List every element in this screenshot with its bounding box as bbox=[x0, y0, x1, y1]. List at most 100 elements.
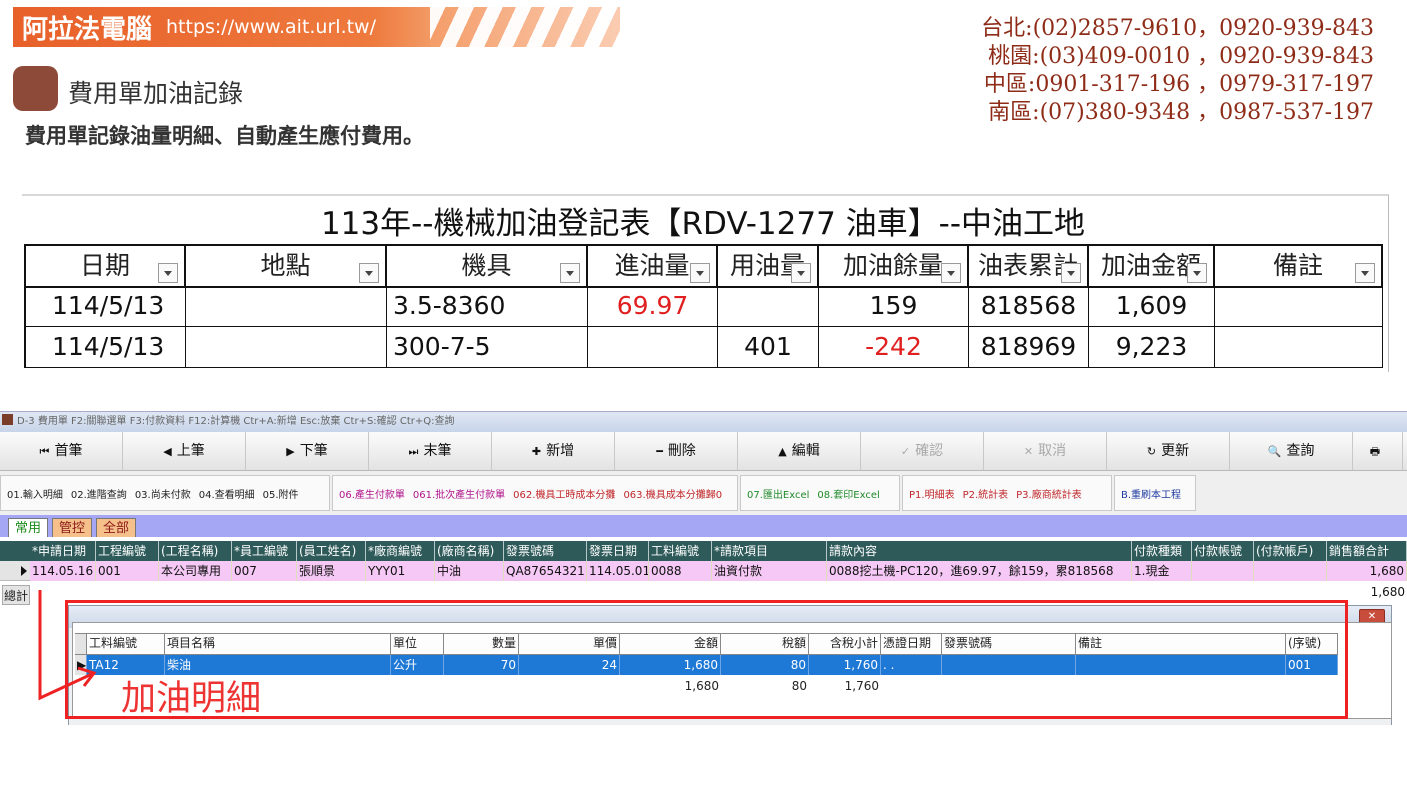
grid-cell[interactable] bbox=[1254, 561, 1327, 581]
excel-header-machine: 機具 bbox=[387, 246, 588, 286]
grid-cell[interactable]: 本公司專用 bbox=[159, 561, 232, 581]
brand-url[interactable]: https://www.ait.url.tw/ bbox=[166, 16, 376, 38]
confirm-button[interactable]: ✓ 確認 bbox=[861, 432, 984, 470]
func-vendor-stats[interactable]: P3.廠商統計表 bbox=[1016, 486, 1082, 501]
func-detail-report[interactable]: P1.明細表 bbox=[909, 486, 955, 501]
filter-dropdown-icon[interactable] bbox=[1061, 263, 1081, 283]
next-record-button[interactable]: ▶ 下筆 bbox=[246, 432, 369, 470]
filter-dropdown-icon[interactable] bbox=[1187, 263, 1207, 283]
erp-toolbar: ⏮ 首筆 ◀ 上筆 ▶ 下筆 ⏭ 末筆 ✚ 新增 ━ 刪除 ▲ 編輯 ✓ 確認 ✕ 取消 ↻ 更新 … bbox=[0, 432, 1407, 471]
prev-record-button[interactable]: ◀ 上筆 bbox=[123, 432, 246, 470]
annotation-arrow-icon bbox=[38, 590, 97, 701]
grid-header[interactable]: *廠商編號 bbox=[366, 541, 435, 561]
plus-icon: ✚ bbox=[531, 445, 542, 458]
filter-dropdown-icon[interactable] bbox=[690, 263, 710, 283]
grid-header[interactable]: *請款項目 bbox=[712, 541, 827, 561]
grid-cell[interactable]: 001 bbox=[96, 561, 159, 581]
tab-common[interactable]: 常用 bbox=[8, 518, 49, 537]
query-button[interactable]: 🔍 查詢 bbox=[1230, 432, 1353, 470]
func-view-detail[interactable]: 04.查看明細 bbox=[199, 486, 255, 501]
grid-header[interactable]: 工料編號 bbox=[649, 541, 712, 561]
filter-dropdown-icon[interactable] bbox=[791, 263, 811, 283]
last-record-button[interactable]: ⏭ 末筆 bbox=[369, 432, 492, 470]
excel-cell: 1,609 bbox=[1089, 286, 1215, 326]
func-unpaid[interactable]: 03.尚未付款 bbox=[135, 486, 191, 501]
func-input-detail[interactable]: 01.輸入明細 bbox=[7, 486, 63, 501]
filter-dropdown-icon[interactable] bbox=[560, 263, 580, 283]
grand-total-label: 總計 bbox=[2, 585, 30, 605]
filter-dropdown-icon[interactable] bbox=[1355, 263, 1375, 283]
func-print-excel[interactable]: 08.套印Excel bbox=[817, 486, 879, 501]
grid-cell[interactable]: 114.05.01 bbox=[587, 561, 649, 581]
delete-button[interactable]: ━ 刪除 bbox=[615, 432, 738, 470]
grid-cell[interactable] bbox=[1192, 561, 1254, 581]
grid-header[interactable]: 銷售額合計 bbox=[1327, 541, 1407, 561]
func-export-excel[interactable]: 07.匯出Excel bbox=[747, 486, 809, 501]
tab-control[interactable]: 管控 bbox=[52, 518, 93, 537]
first-record-button[interactable]: ⏮ 首筆 bbox=[0, 432, 123, 470]
cancel-button[interactable]: ✕ 取消 bbox=[984, 432, 1107, 470]
excel-header-row: 日期 地點 機具 進油量 用油量 加油餘量 油表累計 加油金額 備註 bbox=[24, 244, 1383, 288]
filter-dropdown-icon[interactable] bbox=[359, 263, 379, 283]
erp-tab-bar: 常用 管控 全部 bbox=[0, 515, 1407, 537]
func-refresh-project[interactable]: B.重刷本工程 bbox=[1121, 486, 1181, 501]
grid-cell[interactable]: YYY01 bbox=[366, 561, 435, 581]
grid-cell[interactable]: 007 bbox=[232, 561, 297, 581]
grid-header[interactable]: 付款種類 bbox=[1132, 541, 1192, 561]
add-button[interactable]: ✚ 新增 bbox=[492, 432, 615, 470]
table-row[interactable]: 114.05.16 001 本公司專用 007 張順景 YYY01 中油 QA8… bbox=[30, 561, 1407, 581]
grid-header[interactable]: (工程名稱) bbox=[159, 541, 232, 561]
excel-cell bbox=[588, 327, 718, 367]
grid-cell[interactable]: 中油 bbox=[435, 561, 504, 581]
func-machine-cost-reset[interactable]: 063.機具成本分攤歸0 bbox=[623, 486, 722, 501]
grid-header[interactable]: 付款帳號 bbox=[1192, 541, 1254, 561]
section-title: 費用單加油記錄 bbox=[68, 79, 244, 108]
contact-taoyuan: 桃園:(03)409-0010 ，0920-939-843 bbox=[988, 44, 1374, 69]
triangle-right-icon: ▶ bbox=[286, 445, 295, 458]
grid-cell[interactable]: 0088挖土機-PC120，進69.97，餘159，累818568 bbox=[827, 561, 1132, 581]
grid-header[interactable]: *申請日期 bbox=[30, 541, 96, 561]
grid-header[interactable]: 發票日期 bbox=[587, 541, 649, 561]
excel-row: 114/5/13 300-7-5 401 -242 818969 9,223 bbox=[24, 327, 1383, 368]
grid-header[interactable]: 工程編號 bbox=[96, 541, 159, 561]
func-machine-hour-cost[interactable]: 062.機具工時成本分攤 bbox=[513, 486, 615, 501]
grid-header[interactable]: (員工姓名) bbox=[297, 541, 366, 561]
func-attachment[interactable]: 05.附件 bbox=[263, 486, 299, 501]
tab-all[interactable]: 全部 bbox=[96, 518, 137, 537]
grid-cell[interactable]: 張順景 bbox=[297, 561, 366, 581]
excel-header-date: 日期 bbox=[24, 246, 186, 286]
func-stats-report[interactable]: P2.統計表 bbox=[963, 486, 1009, 501]
brand-name: 阿拉法電腦 bbox=[22, 15, 153, 45]
grid-cell[interactable]: 0088 bbox=[649, 561, 712, 581]
excel-cell: 401 bbox=[718, 327, 819, 367]
excel-cell: 69.97 bbox=[588, 286, 718, 326]
contact-central: 中區:0901-317-196 ，0979-317-197 bbox=[983, 72, 1374, 97]
refresh-button[interactable]: ↻ 更新 bbox=[1107, 432, 1230, 470]
func-advanced-query[interactable]: 02.進階查詢 bbox=[71, 486, 127, 501]
grid-cell[interactable]: QA87654321 bbox=[504, 561, 587, 581]
grid-header[interactable]: 請款內容 bbox=[827, 541, 1132, 561]
excel-header-fuel-in: 進油量 bbox=[588, 246, 718, 286]
grid-header[interactable]: *員工編號 bbox=[232, 541, 297, 561]
print-button[interactable]: 🖶 bbox=[1353, 432, 1403, 470]
refresh-icon: ↻ bbox=[1146, 445, 1157, 458]
current-row-pointer-icon[interactable] bbox=[0, 561, 30, 581]
grid-header[interactable]: (廠商名稱) bbox=[435, 541, 504, 561]
grid-cell[interactable]: 1.現金 bbox=[1132, 561, 1192, 581]
func-batch-payment[interactable]: 061.批次產生付款單 bbox=[413, 486, 505, 501]
grid-header[interactable]: (付款帳戶) bbox=[1254, 541, 1327, 561]
excel-cell: -242 bbox=[819, 327, 969, 367]
filter-dropdown-icon[interactable] bbox=[941, 263, 961, 283]
grid-cell[interactable]: 114.05.16 bbox=[30, 561, 96, 581]
edit-button[interactable]: ▲ 編輯 bbox=[738, 432, 861, 470]
excel-cell: 9,223 bbox=[1089, 327, 1215, 367]
grid-header[interactable]: 發票號碼 bbox=[504, 541, 587, 561]
app-icon bbox=[2, 414, 13, 425]
excel-title: 113年--機械加油登記表【RDV-1277 油車】--中油工地 bbox=[320, 206, 1086, 242]
grid-cell[interactable]: 1,680 bbox=[1327, 561, 1407, 581]
filter-dropdown-icon[interactable] bbox=[158, 263, 178, 283]
func-group-payment: 06.產生付款單 061.批次產生付款單 062.機具工時成本分攤 063.機具… bbox=[332, 475, 738, 511]
erp-function-bar: 01.輸入明細 02.進階查詢 03.尚未付款 04.查看明細 05.附件 06… bbox=[0, 475, 1407, 511]
grid-cell[interactable]: 油資付款 bbox=[712, 561, 827, 581]
func-create-payment[interactable]: 06.產生付款單 bbox=[339, 486, 405, 501]
